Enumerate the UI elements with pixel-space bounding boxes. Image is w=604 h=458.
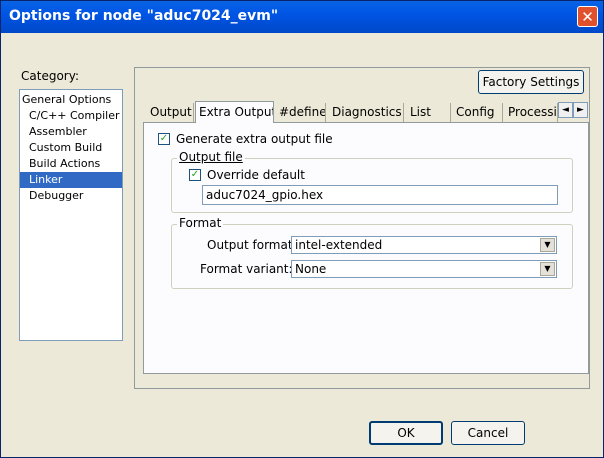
tab-define[interactable]: #define <box>276 103 326 122</box>
output-file-group-title: Output file <box>177 150 245 164</box>
output-format-value: intel-extended <box>295 238 383 252</box>
tab-diagnostics[interactable]: Diagnostics <box>329 103 404 122</box>
tab-extra-output[interactable]: Extra Output <box>195 101 274 123</box>
ok-button[interactable]: OK <box>369 421 443 445</box>
category-item[interactable]: Assembler <box>20 124 122 140</box>
output-filename-input[interactable]: aduc7024_gpio.hex <box>202 185 558 205</box>
category-item[interactable]: C/C++ Compiler <box>20 108 122 124</box>
format-group-title: Format <box>177 216 224 230</box>
category-item[interactable]: Build Actions <box>20 156 122 172</box>
tab-strip: Output Extra Output #define Diagnostics List… <box>143 101 559 123</box>
category-item[interactable]: Linker <box>20 172 122 188</box>
tab-processi[interactable]: Processi <box>505 103 558 122</box>
tab-scroll-left-icon[interactable]: ◄ <box>558 102 573 118</box>
tab-output[interactable]: Output <box>147 103 194 122</box>
generate-extra-checkbox[interactable]: ✓ <box>158 133 170 145</box>
override-default-label[interactable]: Override default <box>207 168 305 182</box>
title-bar[interactable]: Options for node "aduc7024_evm" ✕ <box>1 1 603 33</box>
category-item[interactable]: General Options <box>20 92 122 108</box>
category-item[interactable]: Debugger <box>20 188 122 204</box>
cancel-button[interactable]: Cancel <box>451 421 525 445</box>
chevron-down-icon[interactable]: ▼ <box>540 238 555 252</box>
category-label: Category: <box>21 69 79 83</box>
tab-config[interactable]: Config <box>453 103 503 122</box>
tab-scroll-right-icon[interactable]: ► <box>573 102 588 118</box>
format-variant-value: None <box>295 262 327 276</box>
output-format-label: Output format: <box>207 238 297 252</box>
options-dialog: Options for node "aduc7024_evm" ✕ Catego… <box>0 0 604 458</box>
generate-extra-label[interactable]: Generate extra output file <box>176 132 333 146</box>
override-default-checkbox[interactable]: ✓ <box>189 169 201 181</box>
output-format-select[interactable]: intel-extended ▼ <box>291 236 557 254</box>
format-group <box>171 224 573 289</box>
dialog-title: Options for node "aduc7024_evm" <box>9 8 279 24</box>
tab-list[interactable]: List <box>407 103 451 122</box>
factory-settings-button[interactable]: Factory Settings <box>478 70 584 94</box>
category-item[interactable]: Custom Build <box>20 140 122 156</box>
format-variant-label: Format variant: <box>200 262 293 276</box>
category-list[interactable]: General Options C/C++ Compiler Assembler Cu… <box>19 89 123 341</box>
chevron-down-icon[interactable]: ▼ <box>540 262 555 276</box>
format-variant-select[interactable]: None ▼ <box>291 260 557 278</box>
close-icon[interactable]: ✕ <box>577 6 598 27</box>
